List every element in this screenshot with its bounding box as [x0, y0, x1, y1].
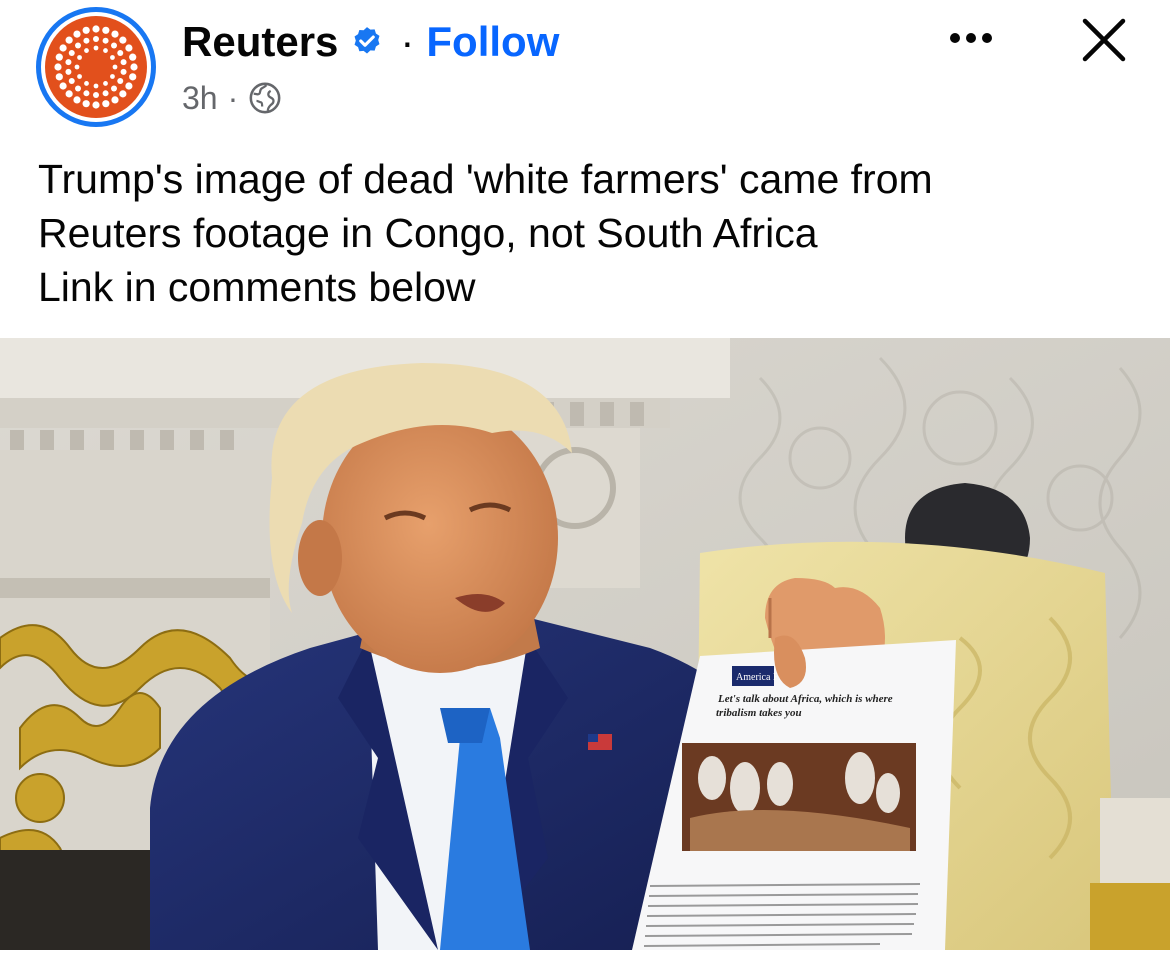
fireplace-ledge [0, 578, 270, 598]
post-text-line[interactable]: Link in comments below [38, 260, 1138, 314]
separator-dot: · [400, 18, 415, 65]
paper-headline-line-1: Let's talk about Africa, which is where [717, 693, 893, 705]
meta-separator-dot: · [227, 79, 239, 116]
paper-headline-line-2: tribalism takes you [716, 707, 802, 719]
globe-icon [248, 81, 282, 115]
verified-badge-icon [350, 25, 384, 59]
post-text-line: Reuters footage in Congo, not South Afri… [38, 210, 818, 256]
name-row: Reuters · Follow [182, 14, 559, 70]
tie-knot [440, 708, 490, 743]
post-text-line: Trump's image of dead 'white farmers' ca… [38, 156, 933, 202]
more-options-button[interactable] [943, 20, 999, 56]
post-photo[interactable]: America First Let's talk about Africa, w… [0, 338, 1170, 950]
page-avatar[interactable] [36, 7, 156, 127]
close-icon[interactable] [1076, 12, 1132, 68]
ear [298, 520, 342, 596]
gold-trim-right [1090, 883, 1170, 950]
page-name[interactable]: Reuters [182, 18, 338, 66]
post-timestamp[interactable]: 3h [182, 80, 218, 117]
post-header: Reuters · Follow 3h · [0, 0, 1170, 135]
post-meta: 3h · [182, 78, 282, 118]
post-text: Trump's image of dead 'white farmers' ca… [38, 152, 1138, 314]
reuters-logo-icon [45, 16, 147, 118]
follow-button[interactable]: Follow [426, 18, 559, 66]
